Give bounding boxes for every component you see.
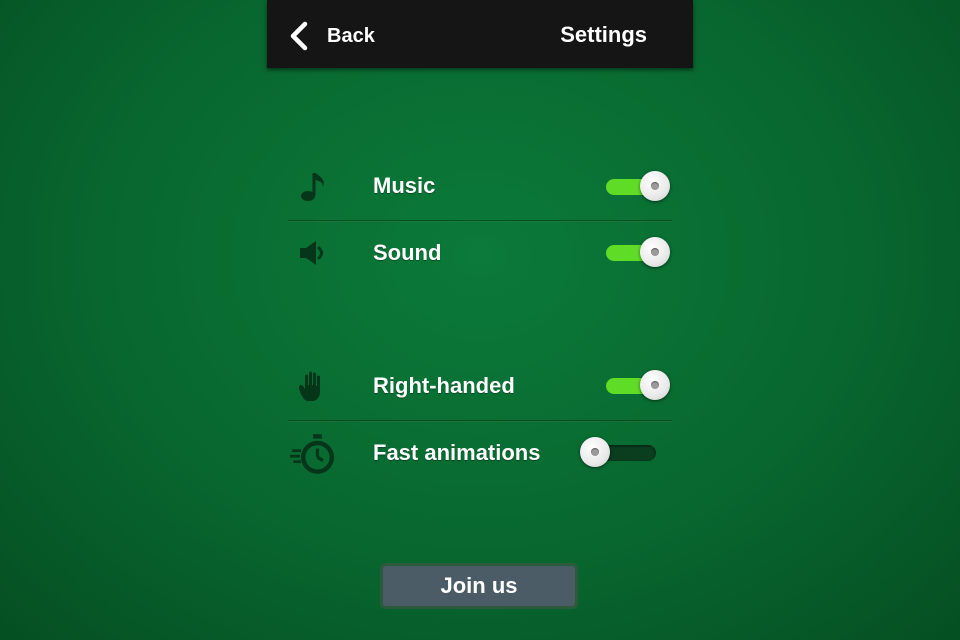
back-label: Back	[327, 24, 375, 47]
music-note-icon	[301, 173, 324, 201]
chevron-left-icon	[290, 21, 308, 51]
setting-row-sound: Sound	[288, 220, 672, 286]
page-title: Settings	[560, 22, 647, 47]
setting-row-music: Music	[288, 153, 672, 219]
join-us-label: Join us	[383, 566, 575, 606]
back-button[interactable]: Back	[287, 18, 375, 54]
right-handed-toggle[interactable]	[596, 370, 670, 402]
fast-animations-toggle[interactable]	[580, 437, 656, 469]
setting-row-fast-animations: Fast animations	[288, 420, 672, 486]
sound-toggle[interactable]	[596, 237, 670, 269]
setting-label-fast-animations: Fast animations	[373, 440, 541, 465]
setting-row-right-handed: Right-handed	[288, 353, 672, 419]
top-bar: Back Settings	[267, 0, 693, 68]
setting-label-music: Music	[373, 173, 436, 198]
stopwatch-icon	[290, 434, 334, 474]
setting-label-sound: Sound	[373, 240, 442, 265]
setting-label-right-handed: Right-handed	[373, 373, 515, 398]
hand-icon	[299, 371, 320, 401]
speaker-icon	[300, 241, 323, 265]
join-us-button[interactable]: Join us	[380, 563, 578, 609]
music-toggle[interactable]	[596, 171, 670, 203]
